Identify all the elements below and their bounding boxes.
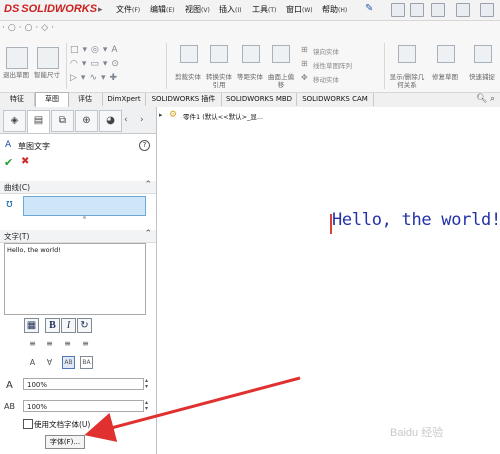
watermark: Baidu 经验 [390,427,444,439]
annotation-arrow [84,376,301,442]
